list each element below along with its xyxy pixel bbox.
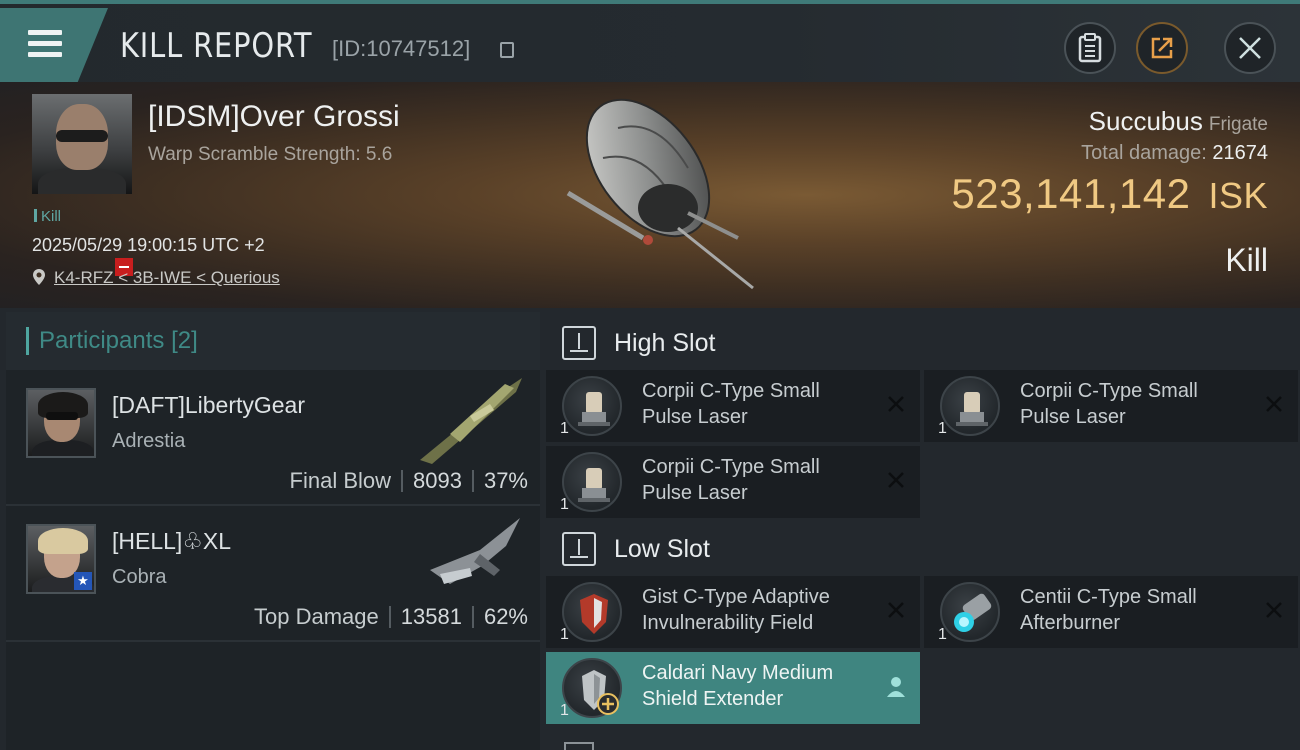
- star-badge-icon: ★: [74, 572, 92, 590]
- participant-stats: Top Damage 13581 62%: [254, 604, 528, 630]
- participant-ship-image: [430, 518, 520, 584]
- remove-icon[interactable]: [1262, 392, 1286, 416]
- share-icon: [1151, 37, 1173, 59]
- participant-name: [HELL]♧XL: [112, 528, 232, 554]
- low-slot-label: Low Slot: [614, 534, 710, 563]
- participant-avatar[interactable]: ★: [26, 524, 96, 594]
- kill-id: [ID:10747512]: [332, 36, 471, 61]
- module-quantity: 1: [938, 420, 947, 437]
- participants-header: Participants [2]: [6, 312, 540, 370]
- hamburger-icon: [28, 30, 62, 63]
- total-damage: Total damage: 21674: [1081, 142, 1268, 165]
- victim-name[interactable]: [IDSM]Over Grossi: [148, 100, 400, 134]
- module-quantity: 1: [560, 496, 569, 513]
- participant-percent: 62%: [483, 604, 528, 629]
- high-slot-icon: [562, 326, 596, 360]
- menu-button[interactable]: [0, 8, 108, 82]
- location-link[interactable]: K4-RFZ < 3B-IWE < Querious: [54, 268, 280, 288]
- invulnerability-field-icon: [562, 582, 622, 642]
- module-item-selected[interactable]: 1 Caldari Navy Medium Shield Extender: [546, 652, 920, 724]
- module-item[interactable]: 1 Gist C-Type Adaptive Invulnerability F…: [546, 576, 920, 648]
- pulse-laser-icon: [562, 376, 622, 436]
- module-name: Gist C-Type Adaptive Invulnerability Fie…: [642, 586, 830, 634]
- total-damage-value: 21674: [1212, 142, 1268, 164]
- module-quantity: 1: [560, 420, 569, 437]
- participant-damage: 13581: [400, 604, 462, 629]
- page-title: KILL REPORT: [120, 26, 313, 66]
- module-item[interactable]: 1 Corpii C-Type Small Pulse Laser: [546, 370, 920, 442]
- top-bar: KILL REPORT [ID:10747512]: [0, 0, 1300, 82]
- participant-role: Top Damage: [254, 604, 379, 629]
- mid-slot-icon: [564, 742, 594, 750]
- participant-avatar[interactable]: [26, 388, 96, 458]
- close-icon: [1239, 37, 1261, 59]
- module-item[interactable]: 1 Corpii C-Type Small Pulse Laser: [924, 370, 1298, 442]
- module-name: Corpii C-Type Small Pulse Laser: [642, 380, 820, 428]
- clipboard-icon: [1078, 33, 1102, 63]
- module-name: Centii C-Type Small Afterburner: [1020, 586, 1197, 634]
- result-label: Kill: [1225, 242, 1268, 278]
- kill-datetime: 2025/05/29 19:00:15 UTC +2: [32, 235, 265, 255]
- victim-ship-image[interactable]: [548, 88, 768, 298]
- participant-stats: Final Blow 8093 37%: [290, 468, 528, 494]
- afterburner-icon: [940, 582, 1000, 642]
- copy-icon[interactable]: [500, 42, 514, 58]
- user-icon[interactable]: [886, 676, 906, 698]
- share-button[interactable]: [1136, 22, 1188, 74]
- participant-name: [DAFT]LibertyGear: [112, 392, 305, 418]
- warp-scramble-strength: Warp Scramble Strength: 5.6: [148, 144, 393, 165]
- kill-tag-label: Kill: [41, 208, 62, 225]
- participant-ship: Cobra: [112, 566, 167, 588]
- module-quantity: 1: [938, 626, 947, 643]
- victim-ship-name: Succubus Frigate: [1089, 106, 1268, 137]
- module-name: Caldari Navy Medium Shield Extender: [642, 662, 834, 710]
- ship-class: Frigate: [1208, 114, 1268, 135]
- module-name: Corpii C-Type Small Pulse Laser: [1020, 380, 1198, 428]
- pulse-laser-icon: [562, 452, 622, 512]
- participant-row[interactable]: [DAFT]LibertyGear Adrestia Final Blow 809…: [6, 370, 540, 506]
- module-quantity: 1: [560, 702, 569, 719]
- isk-amount: 523,141,142: [951, 170, 1191, 217]
- participants-title: Participants: [39, 327, 165, 354]
- participant-percent: 37%: [483, 468, 528, 493]
- participants-count: [2]: [171, 327, 198, 354]
- module-quantity: 1: [560, 626, 569, 643]
- isk-unit: ISK: [1208, 175, 1268, 216]
- remove-icon[interactable]: [884, 392, 908, 416]
- shield-extender-icon: [562, 658, 622, 718]
- module-name: Corpii C-Type Small Pulse Laser: [642, 456, 820, 504]
- module-item[interactable]: 1 Corpii C-Type Small Pulse Laser: [546, 446, 920, 518]
- module-item[interactable]: 1 Centii C-Type Small Afterburner: [924, 576, 1298, 648]
- participant-row[interactable]: ★ [HELL]♧XL Cobra Top Damage 13581 62%: [6, 506, 540, 642]
- high-slot-header: High Slot: [544, 314, 1300, 372]
- participants-panel: Participants [2] [DAFT]LibertyGear Adres…: [6, 312, 540, 750]
- participant-ship: Adrestia: [112, 430, 186, 452]
- location-pin-icon: [33, 269, 45, 285]
- clipboard-button[interactable]: [1064, 22, 1116, 74]
- kill-tag: Kill: [34, 208, 61, 225]
- fitting-panel: High Slot 1 Corpii C-Type Small Pulse La…: [544, 312, 1300, 750]
- isk-value: 523,141,142 ISK: [951, 170, 1268, 218]
- remove-icon[interactable]: [884, 468, 908, 492]
- close-button[interactable]: [1224, 22, 1276, 74]
- total-damage-label: Total damage:: [1081, 142, 1207, 164]
- ship-name-text: Succubus: [1088, 106, 1203, 136]
- remove-icon[interactable]: [884, 598, 908, 622]
- victim-avatar[interactable]: [32, 94, 132, 194]
- low-slot-header: Low Slot: [544, 520, 1300, 578]
- participant-ship-image: [420, 378, 522, 464]
- pulse-laser-icon: [940, 376, 1000, 436]
- low-slot-icon: [562, 532, 596, 566]
- participant-damage: 8093: [413, 468, 462, 493]
- victim-banner: [IDSM]Over Grossi Warp Scramble Strength…: [0, 82, 1300, 308]
- participant-role: Final Blow: [289, 468, 391, 493]
- high-slot-label: High Slot: [614, 328, 716, 357]
- remove-icon[interactable]: [1262, 598, 1286, 622]
